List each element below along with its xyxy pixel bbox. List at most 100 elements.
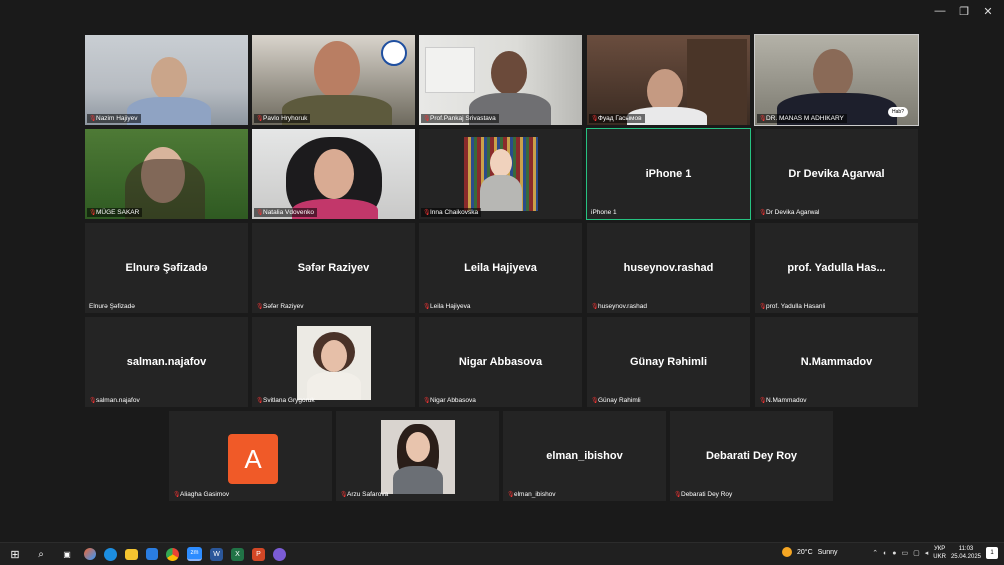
participant-tile[interactable]: N.Mammadov 🎙 N.Mammadov: [754, 316, 919, 408]
participant-name: Dr Devika Agarwal: [788, 168, 885, 180]
video-feed: [85, 129, 248, 219]
participant-tile[interactable]: Leila Hajiyeva 🎙 Leila Hajiyeva: [418, 222, 583, 314]
participant-name: Günay Rəhimli: [629, 356, 708, 368]
mic-muted-icon: 🎙: [591, 303, 599, 310]
participant-tile[interactable]: Debarati Dey Roy 🎙 Debarati Dey Roy: [669, 410, 834, 502]
participant-tile[interactable]: Səfər Raziyev 🎙 Səfər Raziyev: [251, 222, 416, 314]
mic-muted-icon: 🎙: [423, 303, 431, 310]
clock[interactable]: 11:03 25.04.2025: [951, 545, 981, 561]
minimize-button[interactable]: —: [928, 3, 952, 19]
mic-muted-icon: 🎙: [759, 303, 767, 310]
participant-label: 🎙 N.Mammadov: [759, 397, 807, 404]
participant-tile[interactable]: Hab? 🎙 DR. MANAS M ADHIKARY: [754, 34, 919, 126]
close-button[interactable]: ✕: [976, 3, 1000, 19]
participant-tile[interactable]: elman_ibishov 🎙 elman_ibishov: [502, 410, 667, 502]
mic-muted-icon: 🎙: [759, 115, 767, 122]
participant-name: salman.najafov: [126, 356, 207, 368]
participant-tile[interactable]: prof. Yadulla Has... 🎙 prof. Yadulla Hasa…: [754, 222, 919, 314]
chevron-up-icon[interactable]: ⌃: [872, 549, 878, 557]
mic-muted-icon: 🎙: [89, 397, 97, 404]
windows-start-icon[interactable]: ⊞: [6, 545, 24, 563]
taskbar-apps: ⊞ ⌕ ▣ zm W X P: [2, 545, 290, 563]
participant-label: 🎙 Debarati Dey Roy: [674, 491, 733, 498]
word-icon[interactable]: W: [210, 547, 223, 561]
sun-icon: [782, 547, 792, 557]
participant-tile[interactable]: 🎙 Prof.Pankaj Srivastava: [418, 34, 583, 126]
weather-condition: Sunny: [817, 548, 838, 556]
language-indicator[interactable]: УКР UKR: [933, 545, 946, 561]
task-view-icon[interactable]: ▣: [58, 545, 76, 563]
profile-picture: [464, 137, 538, 211]
participant-tile[interactable]: 🎙 Arzu Safarova: [335, 410, 500, 502]
mic-muted-icon: 🎙: [256, 303, 264, 310]
monitor-icon[interactable]: ▢: [913, 549, 920, 557]
zoom-icon[interactable]: zm: [187, 547, 202, 561]
participant-label: 🎙 Leila Hajiyeva: [423, 303, 471, 310]
participant-tile[interactable]: 🎙 Inna Chaikovska: [418, 128, 583, 220]
participant-tile[interactable]: Elnurə Şəfizadə Elnurə Şəfizadə: [84, 222, 249, 314]
participant-tile[interactable]: 🎙 MÜGE SAKAR: [84, 128, 249, 220]
mic-muted-icon: 🎙: [340, 491, 348, 498]
participant-label: 🎙 Natalia Vdovenko: [254, 208, 317, 217]
participant-label: 🎙 DR. MANAS M ADHIKARY: [757, 114, 847, 123]
participant-label: 🎙 huseynov.rashad: [591, 303, 648, 310]
participant-tile-active-speaker[interactable]: iPhone 1 iPhone 1: [586, 128, 751, 220]
participant-name: Leila Hajiyeva: [464, 262, 537, 274]
participant-label: Elnurə Şəfizadə: [89, 303, 135, 310]
participant-tile[interactable]: 🎙 Nazim Hajiyev: [84, 34, 249, 126]
mic-muted-icon: 🎙: [256, 209, 264, 216]
search-icon[interactable]: ⌕: [32, 545, 50, 563]
participant-name: Səfər Raziyev: [297, 262, 370, 274]
participant-tile[interactable]: 🎙 Natalia Vdovenko: [251, 128, 416, 220]
mic-muted-icon: 🎙: [591, 397, 599, 404]
file-explorer-icon[interactable]: [125, 548, 138, 560]
participant-tile[interactable]: Günay Rəhimli 🎙 Günay Rahimli: [586, 316, 751, 408]
participant-label: 🎙 Səfər Raziyev: [256, 303, 304, 310]
excel-icon[interactable]: X: [231, 547, 244, 561]
participant-label: 🎙 Prof.Pankaj Srivastava: [421, 114, 499, 123]
participant-tile[interactable]: Dr Devika Agarwal 🎙 Dr Devika Agarwal: [754, 128, 919, 220]
participant-label: 🎙 Aliagha Gasimov: [173, 491, 230, 498]
mic-muted-icon: 🎙: [89, 115, 97, 122]
participant-tile[interactable]: 🎙 Фуад Гасымов: [586, 34, 751, 126]
store-icon[interactable]: [146, 548, 158, 560]
mic-muted-icon: 🎙: [759, 209, 767, 216]
volume-icon[interactable]: ◂: [925, 549, 929, 557]
participant-tile[interactable]: A 🎙 Aliagha Gasimov: [168, 410, 333, 502]
weather-temperature: 20°C: [797, 548, 813, 556]
network-icon[interactable]: ◐: [883, 550, 887, 557]
participant-name: Debarati Dey Roy: [705, 450, 798, 462]
profile-picture: [381, 420, 455, 494]
mic-muted-icon: 🎙: [759, 397, 767, 404]
participant-label: 🎙 Dr Devika Agarwal: [759, 209, 820, 216]
participant-label: 🎙 Arzu Safarova: [340, 491, 389, 498]
taskbar: ⊞ ⌕ ▣ zm W X P 20°C Sunny ⌃ ◐ ● ▭ ▢ ◂ УК…: [0, 542, 1004, 565]
microphone-icon[interactable]: ●: [892, 550, 896, 557]
weather-widget[interactable]: 20°C Sunny: [782, 547, 838, 557]
display-icon[interactable]: ▭: [902, 549, 909, 557]
mic-muted-icon: 🎙: [423, 115, 431, 122]
participant-name: Elnurə Şəfizadə: [125, 262, 208, 274]
notification-badge[interactable]: 1: [986, 547, 998, 559]
university-logo-icon: [381, 40, 407, 66]
restore-button[interactable]: ❐: [952, 3, 976, 19]
powerpoint-icon[interactable]: P: [252, 547, 265, 561]
participant-label: 🎙 Nazim Hajiyev: [87, 114, 141, 123]
viber-icon[interactable]: [273, 547, 286, 561]
copilot-icon[interactable]: [84, 548, 96, 560]
participant-name: prof. Yadulla Has...: [787, 262, 886, 274]
chrome-icon[interactable]: [166, 547, 179, 561]
video-feed: [252, 35, 415, 125]
edge-icon[interactable]: [104, 547, 117, 561]
mic-muted-icon: 🎙: [173, 491, 181, 498]
mic-muted-icon: 🎙: [674, 491, 682, 498]
participant-tile[interactable]: Nigar Abbasova 🎙 Nigar Abbasova: [418, 316, 583, 408]
participant-label: 🎙 Günay Rahimli: [591, 397, 641, 404]
participant-tile[interactable]: 🎙 Pavlo Hryhoruk: [251, 34, 416, 126]
participant-tile[interactable]: salman.najafov 🎙 salman.najafov: [84, 316, 249, 408]
speech-bubble: Hab?: [888, 107, 908, 117]
participant-label: 🎙 salman.najafov: [89, 397, 140, 404]
participant-tile[interactable]: huseynov.rashad 🎙 huseynov.rashad: [586, 222, 751, 314]
participant-tile[interactable]: 🎙 Svitlana Grygoruk: [251, 316, 416, 408]
participant-name: huseynov.rashad: [623, 262, 714, 274]
